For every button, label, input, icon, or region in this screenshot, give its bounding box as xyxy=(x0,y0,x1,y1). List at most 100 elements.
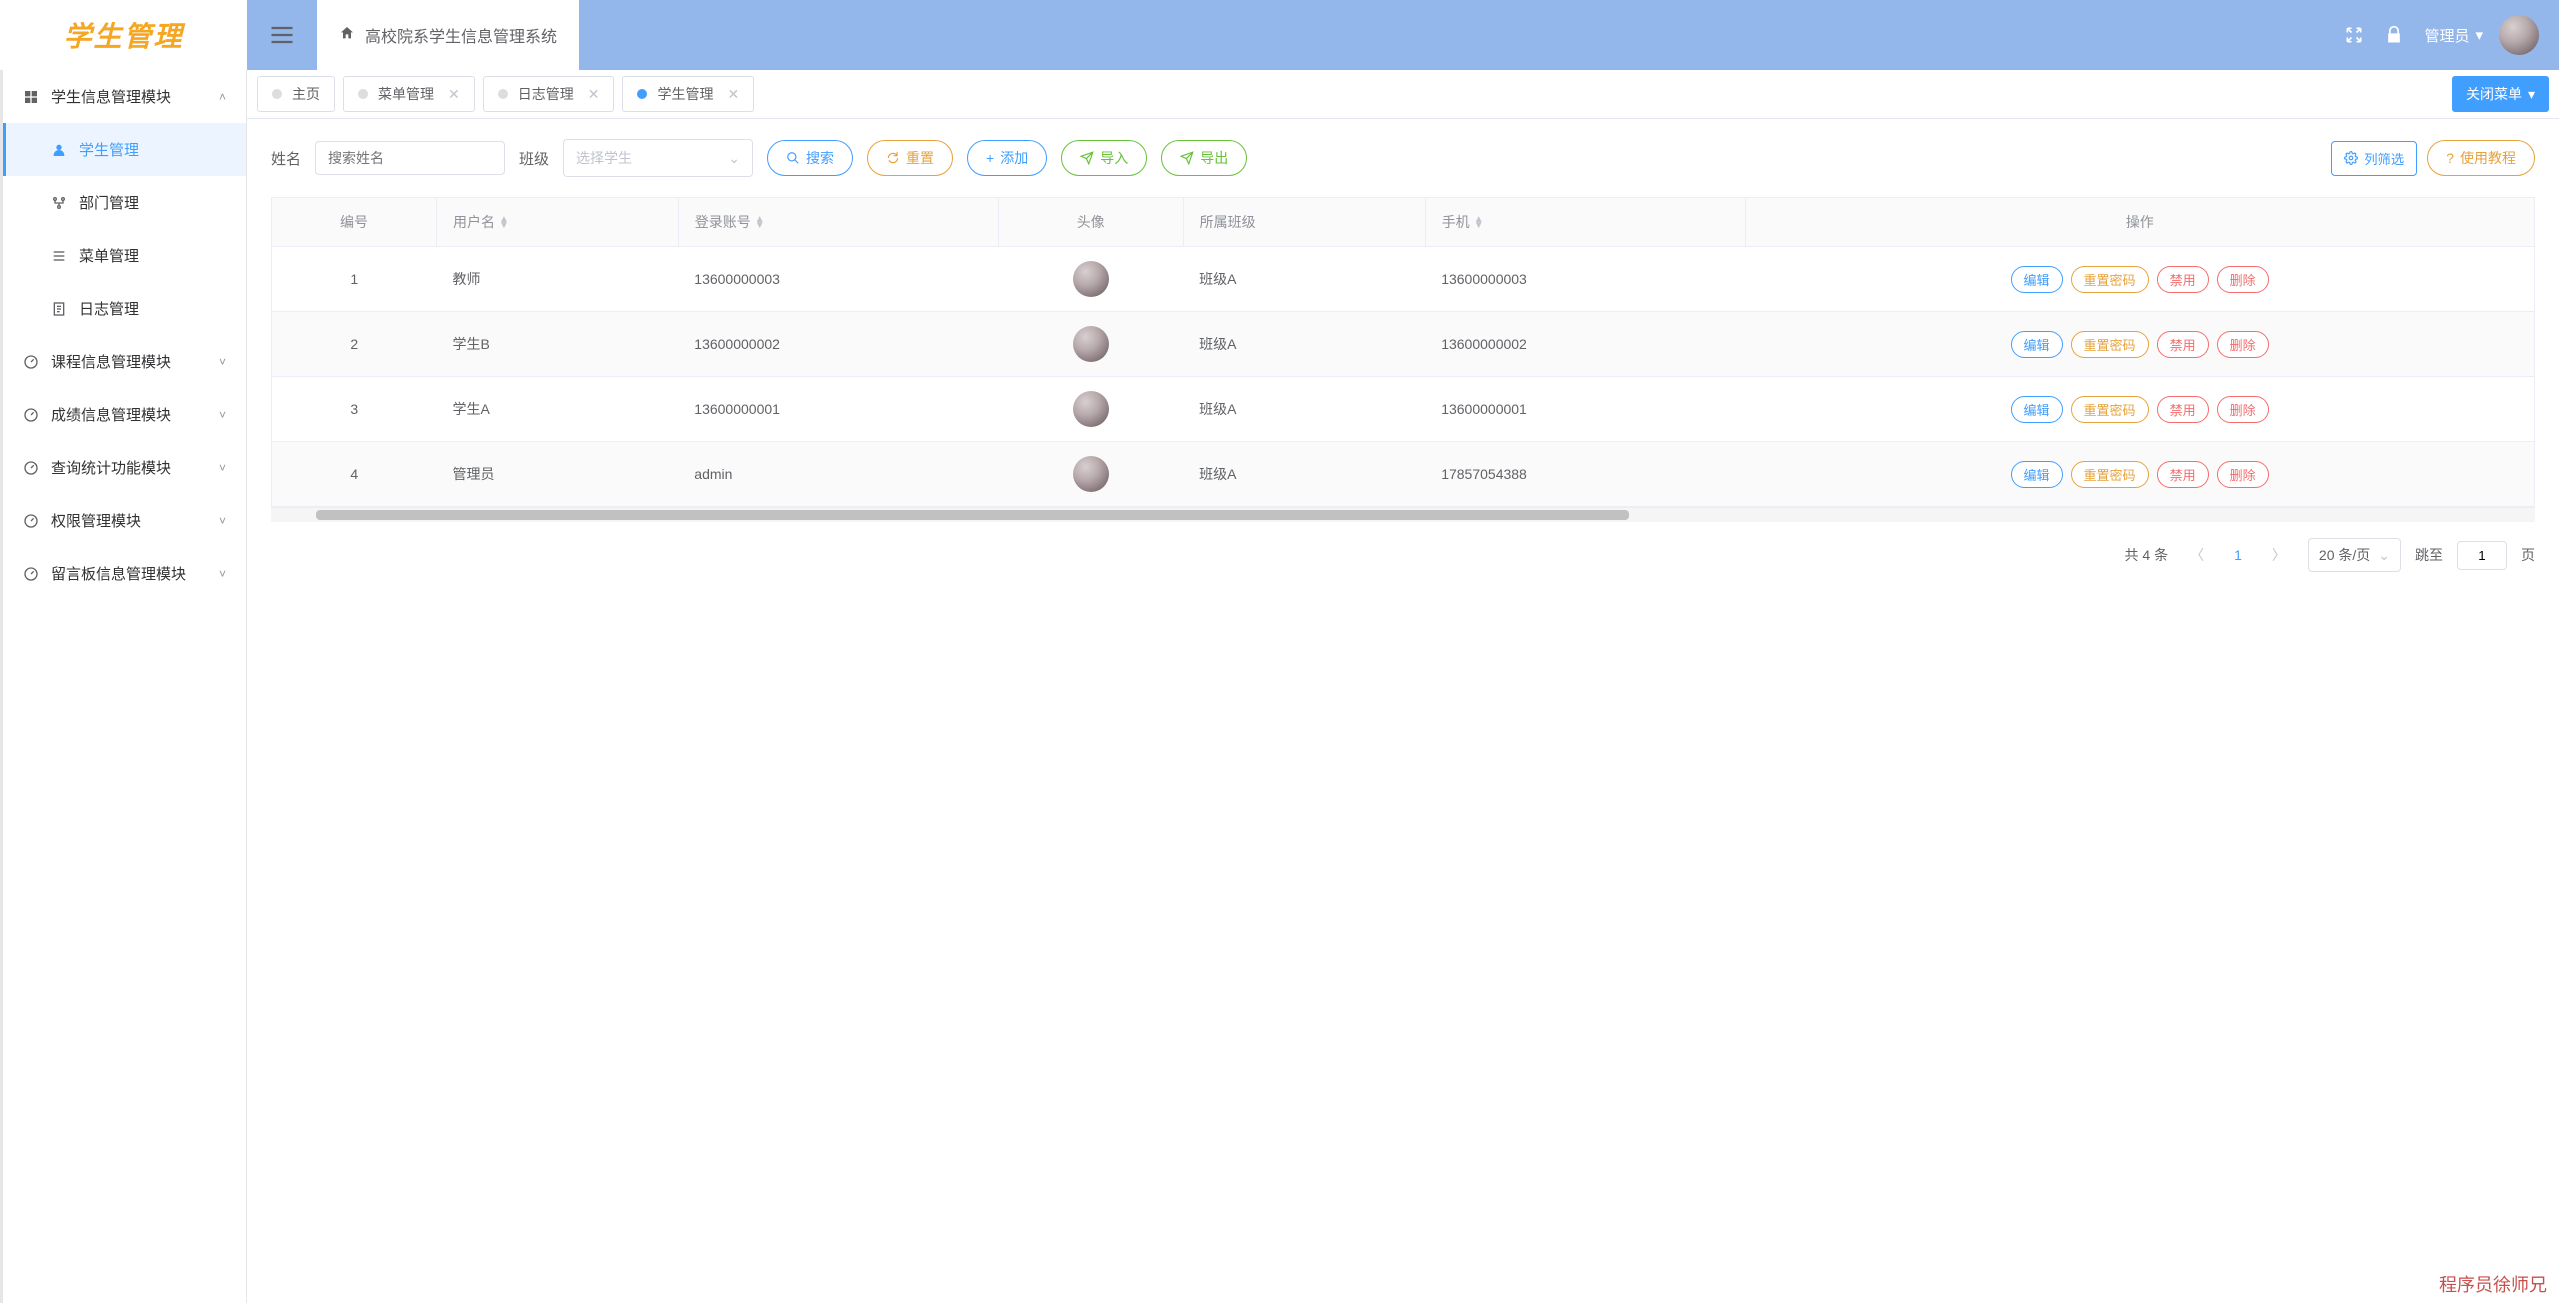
edit-button[interactable]: 编辑 xyxy=(2011,266,2063,293)
close-icon[interactable]: ✕ xyxy=(448,86,460,103)
branch-icon xyxy=(51,195,67,211)
plus-icon: + xyxy=(986,150,994,166)
jump-label: 跳至 xyxy=(2415,545,2443,565)
sidebar-item[interactable]: 学生管理 xyxy=(3,123,246,176)
disable-button[interactable]: 禁用 xyxy=(2157,331,2209,358)
close-icon[interactable]: ✕ xyxy=(727,86,739,103)
name-input[interactable] xyxy=(315,141,505,175)
delete-button[interactable]: 删除 xyxy=(2217,461,2269,488)
delete-button[interactable]: 删除 xyxy=(2217,331,2269,358)
fullscreen-icon[interactable] xyxy=(2344,25,2364,45)
menu-toggle[interactable] xyxy=(247,0,317,70)
sidebar-item[interactable]: 菜单管理 xyxy=(3,229,246,282)
col-username[interactable]: 用户名▲▼ xyxy=(437,198,679,247)
tab[interactable]: 日志管理 ✕ xyxy=(483,76,615,112)
tab-label: 学生管理 xyxy=(657,84,713,104)
sidebar-group-label: 学生信息管理模块 xyxy=(51,86,171,107)
cell-id: 1 xyxy=(272,247,437,312)
cell-account: 13600000001 xyxy=(678,377,998,442)
sidebar-group[interactable]: 课程信息管理模块 ˅ xyxy=(3,335,246,388)
page-size-label: 20 条/页 xyxy=(2319,545,2370,565)
gear-icon xyxy=(2344,151,2358,165)
user-menu[interactable]: 管理员 ▾ xyxy=(2424,15,2539,55)
cell-avatar xyxy=(998,312,1183,377)
class-select[interactable]: 选择学生 ⌄ xyxy=(563,139,753,177)
reset-button[interactable]: 重置 xyxy=(867,140,953,176)
chevron-up-icon: ˄ xyxy=(219,90,226,104)
cell-phone: 13600000001 xyxy=(1425,377,1745,442)
send-icon xyxy=(1080,151,1094,165)
col-phone[interactable]: 手机▲▼ xyxy=(1425,198,1745,247)
tutorial-button[interactable]: ? 使用教程 xyxy=(2427,140,2535,176)
sidebar-group[interactable]: 查询统计功能模块˅ xyxy=(3,441,246,494)
disable-button[interactable]: 禁用 xyxy=(2157,396,2209,423)
table-row: 1教师13600000003班级A13600000003编辑重置密码禁用删除 xyxy=(272,247,2534,312)
next-page[interactable]: 〉 xyxy=(2264,541,2294,569)
delete-button[interactable]: 删除 xyxy=(2217,266,2269,293)
close-icon[interactable]: ✕ xyxy=(588,86,600,103)
prev-page[interactable]: 〈 xyxy=(2182,541,2212,569)
disable-button[interactable]: 禁用 xyxy=(2157,266,2209,293)
col-avatar: 头像 xyxy=(998,198,1183,247)
col-account[interactable]: 登录账号▲▼ xyxy=(678,198,998,247)
chevron-down-icon: ˅ xyxy=(219,461,226,475)
disable-button[interactable]: 禁用 xyxy=(2157,461,2209,488)
cell-class: 班级A xyxy=(1183,377,1425,442)
tabs-bar: 主页菜单管理✕ 日志管理 ✕ 学生管理 ✕ 关闭菜单 ▾ xyxy=(247,70,2559,119)
import-button[interactable]: 导入 xyxy=(1061,140,1147,176)
tab-label: 日志管理 xyxy=(518,84,574,104)
jump-input[interactable] xyxy=(2457,541,2507,570)
cell-id: 3 xyxy=(272,377,437,442)
module-icon xyxy=(23,566,39,582)
edit-button[interactable]: 编辑 xyxy=(2011,461,2063,488)
horizontal-scrollbar[interactable] xyxy=(271,508,2535,522)
search-button[interactable]: 搜索 xyxy=(767,140,853,176)
add-button[interactable]: + 添加 xyxy=(967,140,1047,176)
question-icon: ? xyxy=(2446,150,2454,166)
page-suffix: 页 xyxy=(2521,545,2535,565)
sidebar-group[interactable]: 权限管理模块˅ xyxy=(3,494,246,547)
pagination: 共 4 条 〈 1 〉 20 条/页 ⌄ 跳至 页 xyxy=(247,522,2559,588)
add-label: 添加 xyxy=(1000,148,1028,168)
page-number[interactable]: 1 xyxy=(2226,543,2250,567)
edit-button[interactable]: 编辑 xyxy=(2011,331,2063,358)
reset-password-button[interactable]: 重置密码 xyxy=(2071,461,2149,488)
tab[interactable]: 学生管理 ✕ xyxy=(622,76,754,112)
avatar xyxy=(1073,326,1109,362)
students-table: 编号 用户名▲▼ 登录账号▲▼ 头像 所属班级 手机▲▼ 操作 1教师13600… xyxy=(272,198,2534,507)
sidebar-item[interactable]: 日志管理 xyxy=(3,282,246,335)
table-row: 3学生A13600000001班级A13600000001编辑重置密码禁用删除 xyxy=(272,377,2534,442)
sidebar-group-label: 权限管理模块 xyxy=(51,510,141,531)
sidebar-group[interactable]: 成绩信息管理模块˅ xyxy=(3,388,246,441)
chevron-down-icon: ˅ xyxy=(219,355,226,369)
sidebar-group-label: 课程信息管理模块 xyxy=(51,351,171,372)
reset-password-button[interactable]: 重置密码 xyxy=(2071,331,2149,358)
tab[interactable]: 菜单管理✕ xyxy=(343,76,475,112)
sidebar-group[interactable]: 学生信息管理模块 ˄ xyxy=(3,70,246,123)
lock-icon[interactable] xyxy=(2384,25,2404,45)
close-menu-button[interactable]: 关闭菜单 ▾ xyxy=(2452,76,2549,112)
sidebar-item[interactable]: 部门管理 xyxy=(3,176,246,229)
col-id[interactable]: 编号 xyxy=(272,198,437,247)
edit-button[interactable]: 编辑 xyxy=(2011,396,2063,423)
reset-password-button[interactable]: 重置密码 xyxy=(2071,266,2149,293)
delete-button[interactable]: 删除 xyxy=(2217,396,2269,423)
table-row: 2学生B13600000002班级A13600000002编辑重置密码禁用删除 xyxy=(272,312,2534,377)
module-icon xyxy=(23,89,39,105)
tab[interactable]: 主页 xyxy=(257,76,335,112)
sort-icon: ▲▼ xyxy=(1474,217,1484,229)
column-filter-button[interactable]: 列筛选 xyxy=(2331,141,2417,176)
tab-indicator xyxy=(272,89,282,99)
reset-password-button[interactable]: 重置密码 xyxy=(2071,396,2149,423)
export-button[interactable]: 导出 xyxy=(1161,140,1247,176)
avatar xyxy=(1073,456,1109,492)
import-label: 导入 xyxy=(1100,148,1128,168)
cell-id: 4 xyxy=(272,442,437,507)
cell-id: 2 xyxy=(272,312,437,377)
page-size-select[interactable]: 20 条/页 ⌄ xyxy=(2308,538,2401,572)
sidebar-group[interactable]: 留言板信息管理模块˅ xyxy=(3,547,246,600)
module-icon xyxy=(23,407,39,423)
cell-avatar xyxy=(998,377,1183,442)
tab-indicator xyxy=(498,89,508,99)
class-label: 班级 xyxy=(519,148,549,169)
